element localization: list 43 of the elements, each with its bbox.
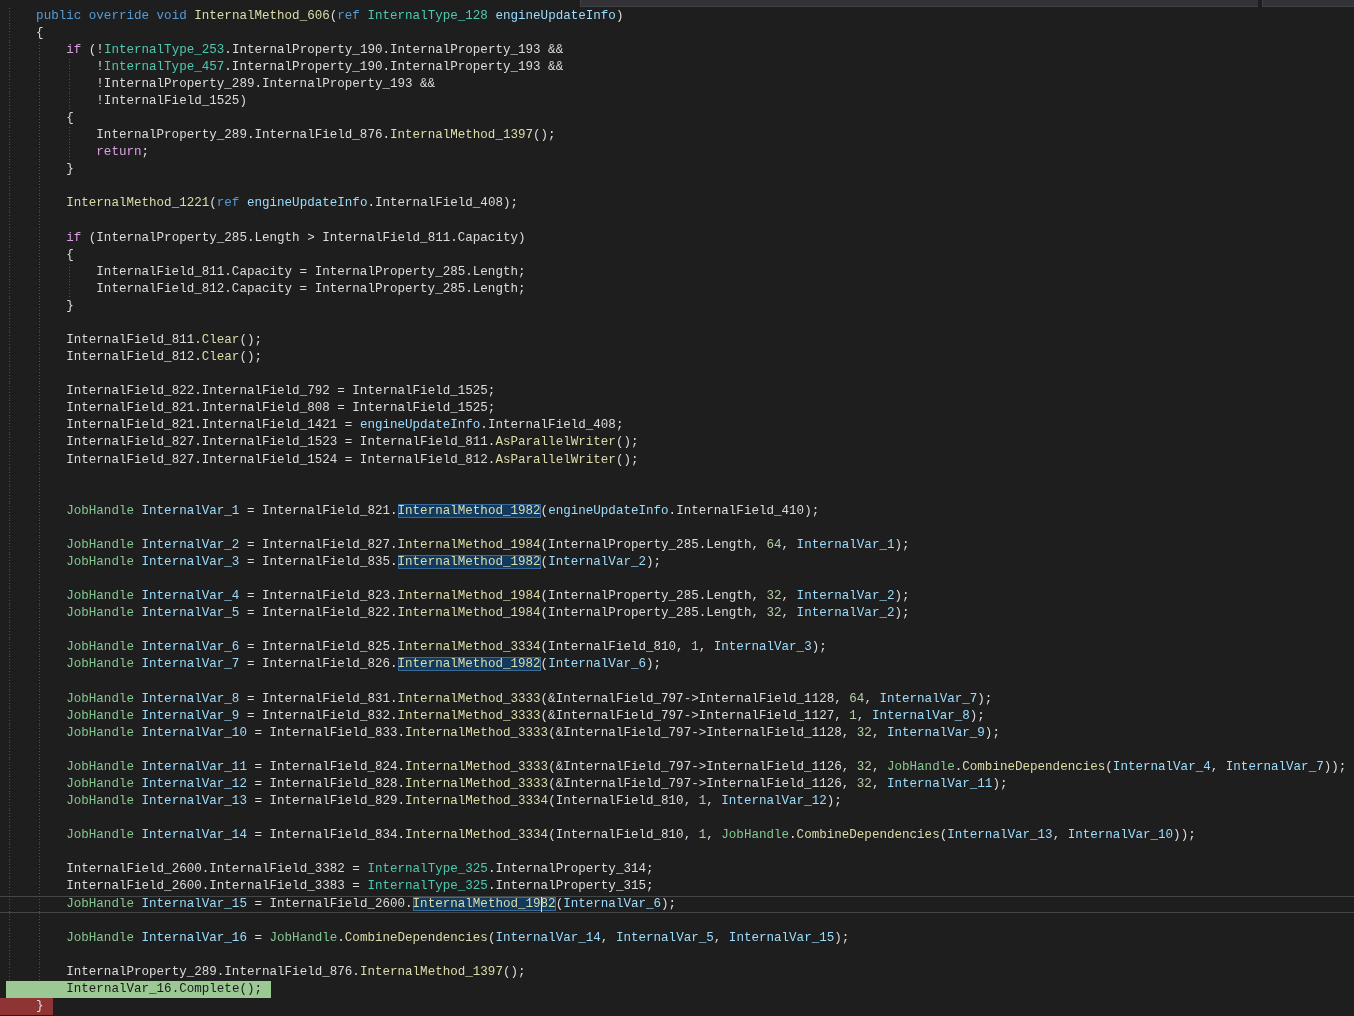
code-line: }: [66, 161, 74, 179]
code-line: JobHandle InternalVar_4 = InternalField_823.InternalMethod_1984(InternalProperty_285.Length, 32, InternalVar_2);: [66, 588, 910, 606]
code-line: InternalField_811.Capacity = InternalProperty_285.Length;: [96, 263, 526, 281]
code-line: JobHandle InternalVar_2 = InternalField_827.InternalMethod_1984(InternalProperty_285.Length, 64, InternalVar_1);: [66, 536, 910, 554]
code-line: InternalMethod_1221(ref engineUpdateInfo.InternalField_408);: [66, 195, 518, 213]
code-line: {: [66, 109, 74, 127]
code-line: if (!InternalType_253.InternalProperty_190.InternalProperty_193 &&: [66, 41, 564, 59]
code-line: JobHandle InternalVar_8 = InternalField_831.InternalMethod_3333(&InternalField_797->InternalField_1128, 64, InternalVar_7);: [66, 690, 993, 708]
code-line: InternalProperty_289.InternalField_876.InternalMethod_1397();: [96, 127, 556, 145]
code-line: InternalField_812.Clear();: [66, 349, 262, 367]
code-line: JobHandle InternalVar_6 = InternalField_825.InternalMethod_3334(InternalField_810, 1, InternalVar_3);: [66, 639, 827, 657]
code-line: {: [36, 24, 44, 42]
code-line: JobHandle InternalVar_9 = InternalField_832.InternalMethod_3333(&InternalField_797->InternalField_1127, 1, InternalVar_8);: [66, 707, 985, 725]
code-line: JobHandle InternalVar_12 = InternalField_828.InternalMethod_3333(&InternalField_797->InternalField_1126, 32, InternalVar_11);: [66, 776, 1008, 793]
code-line: InternalProperty_289.InternalField_876.InternalMethod_1397();: [66, 963, 526, 981]
code-line: InternalField_811.Clear();: [66, 332, 262, 349]
code-line: JobHandle InternalVar_13 = InternalField_829.InternalMethod_3334(InternalField_810, 1, InternalVar_12);: [66, 793, 842, 811]
code-line: JobHandle InternalVar_14 = InternalField_834.InternalMethod_3334(InternalField_810, 1, JobHandle.CombineDependencies(InternalVar_13, InternalVar_10));: [66, 827, 1196, 845]
code-line: JobHandle InternalVar_10 = InternalField_833.InternalMethod_3333(&InternalField_797->InternalField_1128, 32, InternalVar_9);: [66, 724, 1000, 742]
code-line: !InternalField_1525): [96, 92, 247, 110]
code-line: InternalField_827.InternalField_1523 = InternalField_811.AsParallelWriter();: [66, 434, 639, 452]
code-line: }: [66, 297, 74, 315]
code-line: InternalField_821.InternalField_808 = InternalField_1525;: [66, 400, 496, 418]
code-line: return;: [96, 144, 150, 162]
code-line: InternalField_2600.InternalField_3382 = InternalType_325.InternalProperty_314;: [66, 861, 654, 879]
code-line: InternalField_2600.InternalField_3383 = InternalType_325.InternalProperty_315;: [66, 878, 654, 896]
code-line: public override void InternalMethod_606(ref InternalType_128 engineUpdateInfo): [36, 7, 624, 25]
navigation-dropdown[interactable]: [580, 0, 1258, 7]
code-line: InternalField_822.InternalField_792 = InternalField_1525;: [66, 383, 496, 401]
code-line: JobHandle InternalVar_16 = JobHandle.CombineDependencies(InternalVar_14, InternalVar_5, InternalVar_15);: [66, 929, 850, 947]
code-line: JobHandle InternalVar_7 = InternalField_826.InternalMethod_1982(InternalVar_6);: [66, 656, 662, 674]
code-line: {: [66, 246, 74, 264]
code-line: JobHandle InternalVar_3 = InternalField_835.InternalMethod_1982(InternalVar_2);: [66, 554, 662, 571]
code-line: InternalField_812.Capacity = InternalProperty_285.Length;: [96, 280, 526, 298]
code-line: !InternalProperty_289.InternalProperty_193 &&: [96, 75, 436, 93]
code-line: if (InternalProperty_285.Length > InternalField_811.Capacity): [66, 229, 526, 247]
code-line: JobHandle InternalVar_11 = InternalField_824.InternalMethod_3333(&InternalField_797->InternalField_1126, 32, JobHandle.CombineDependencies(InternalVar_4, InternalVar_7));: [66, 758, 1347, 776]
code-line: JobHandle InternalVar_5 = InternalField_822.InternalMethod_1984(InternalProperty_285.Length, 32, InternalVar_2);: [66, 605, 910, 623]
navigation-dropdown[interactable]: [1262, 0, 1354, 7]
code-line: !InternalType_457.InternalProperty_190.InternalProperty_193 &&: [96, 58, 564, 76]
code-line: JobHandle InternalVar_1 = InternalField_821.InternalMethod_1982(engineUpdateInfo.InternalField_410);: [66, 502, 820, 520]
code-line: InternalField_827.InternalField_1524 = InternalField_812.AsParallelWriter();: [66, 451, 639, 469]
code-line: InternalField_821.InternalField_1421 = engineUpdateInfo.InternalField_408;: [66, 417, 624, 435]
